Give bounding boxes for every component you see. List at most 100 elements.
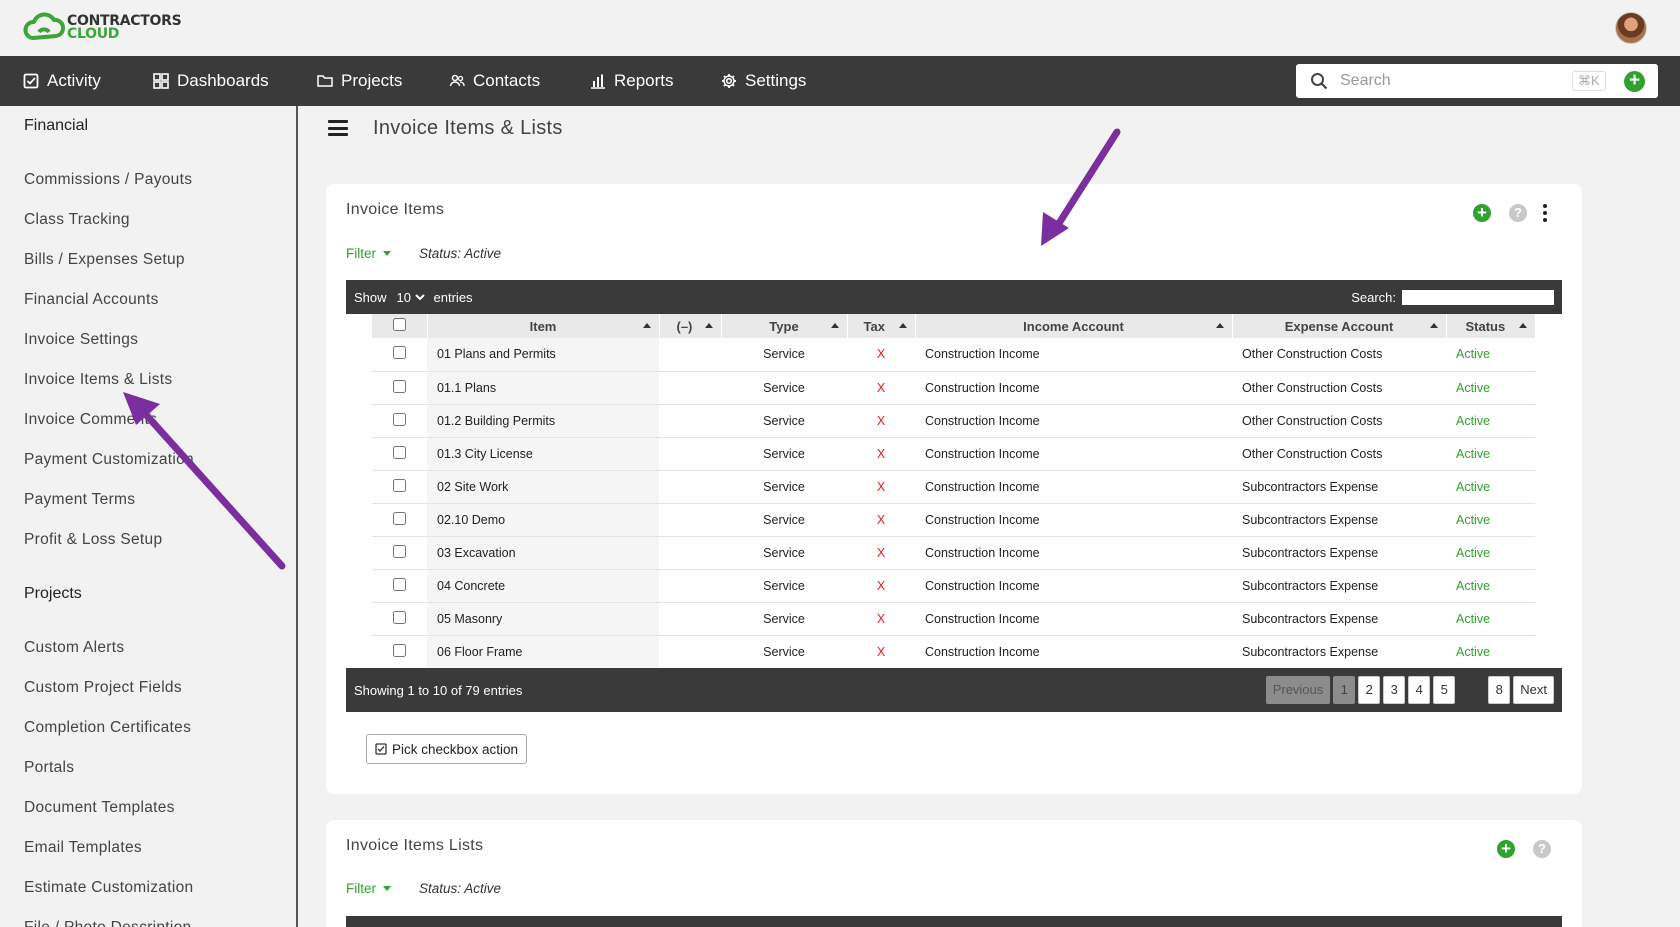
sidebar-item-payment-terms[interactable]: Payment Terms (24, 491, 135, 509)
cell-item[interactable]: 01.1 Plans (427, 371, 659, 405)
select-all-checkbox[interactable] (392, 318, 406, 331)
col-tax[interactable]: Tax (847, 314, 916, 338)
help-icon[interactable]: ? (1509, 204, 1527, 222)
nav-activity[interactable]: Activity (23, 56, 101, 106)
filter-status-lists: Status: Active (419, 881, 502, 896)
invoice-items-table: Item (–) Type Tax Income Account Expense… (372, 314, 1536, 669)
cell-expense-account: Subcontractors Expense (1232, 536, 1446, 570)
sidebar-item-invoice-settings[interactable]: Invoice Settings (24, 331, 138, 349)
table-row[interactable]: 04 Concrete Service X Construction Income Su… (372, 569, 1535, 603)
folder-icon (317, 75, 333, 87)
row-checkbox[interactable] (393, 511, 406, 525)
sidebar-item-payment-customization[interactable]: Payment Customization (24, 451, 194, 469)
sidebar-item-commissions[interactable]: Commissions / Payouts (24, 171, 192, 189)
nav-settings[interactable]: Settings (721, 56, 806, 106)
table-row[interactable]: 01.1 Plans Service X Construction Income Oth… (372, 371, 1535, 405)
filter-dropdown-lists[interactable]: Filter (346, 881, 391, 896)
row-checkbox[interactable] (393, 478, 406, 492)
cell-minus (659, 371, 721, 405)
sidebar-item-document-templates[interactable]: Document Templates (24, 799, 175, 817)
col-item[interactable]: Item (427, 314, 660, 338)
table-search: Search: (1351, 289, 1554, 305)
sidebar-item-bills-expenses[interactable]: Bills / Expenses Setup (24, 251, 185, 269)
sidebar-item-class-tracking[interactable]: Class Tracking (24, 211, 130, 229)
table-row[interactable]: 02 Site Work Service X Construction Income S… (372, 470, 1535, 504)
col-expense-account[interactable]: Expense Account (1232, 314, 1447, 338)
sidebar-item-file-photo-description[interactable]: File / Photo Description (24, 919, 191, 927)
search-input[interactable] (1340, 72, 1560, 90)
table-row[interactable]: 03 Excavation Service X Construction Income… (372, 536, 1535, 570)
pager-page-8[interactable]: 8 (1488, 676, 1511, 704)
sidebar-item-profit-loss[interactable]: Profit & Loss Setup (24, 531, 162, 549)
row-checkbox[interactable] (393, 610, 406, 624)
sidebar-item-invoice-items[interactable]: Invoice Items & Lists (24, 371, 172, 389)
cell-item[interactable]: 04 Concrete (427, 569, 659, 603)
gear-icon (722, 74, 736, 88)
help-icon[interactable]: ? (1533, 840, 1551, 858)
table-row[interactable]: 01 Plans and Permits Service X Construction… (372, 338, 1535, 372)
menu-toggle-icon[interactable] (328, 120, 348, 136)
sidebar-item-financial-accounts[interactable]: Financial Accounts (24, 291, 159, 309)
sidebar-item-custom-project-fields[interactable]: Custom Project Fields (24, 679, 182, 697)
cell-item[interactable]: 01.3 City License (427, 437, 659, 471)
page-length-select[interactable]: 10 (392, 288, 428, 306)
col-type[interactable]: Type (721, 314, 848, 338)
row-checkbox[interactable] (393, 412, 406, 426)
pager-previous[interactable]: Previous (1265, 676, 1331, 704)
col-income-account[interactable]: Income Account (915, 314, 1233, 338)
more-options-icon[interactable] (1543, 204, 1547, 222)
row-checkbox[interactable] (393, 544, 406, 558)
cell-item[interactable]: 01.2 Building Permits (427, 404, 659, 438)
page-title: Invoice Items & Lists (373, 116, 563, 139)
row-checkbox[interactable] (393, 577, 406, 591)
add-list-icon[interactable]: + (1497, 840, 1515, 858)
row-checkbox[interactable] (393, 445, 406, 459)
row-checkbox[interactable] (393, 346, 406, 360)
sidebar-item-invoice-comments[interactable]: Invoice Comments (24, 411, 157, 429)
table-search-input[interactable] (1402, 289, 1554, 305)
nav-reports[interactable]: Reports (590, 56, 674, 106)
col-status[interactable]: Status (1446, 314, 1536, 338)
col-item-label: Item (529, 318, 557, 334)
cell-item[interactable]: 01 Plans and Permits (427, 338, 659, 372)
quick-add-button[interactable]: + (1624, 71, 1645, 92)
nav-projects[interactable]: Projects (317, 56, 402, 106)
table-row[interactable]: 01.3 City License Service X Construction In… (372, 437, 1535, 471)
nav-dashboards[interactable]: Dashboards (153, 56, 269, 106)
pager-page-1[interactable]: 1 (1333, 676, 1356, 704)
user-avatar[interactable] (1615, 12, 1647, 44)
pager-page-2[interactable]: 2 (1358, 676, 1381, 704)
sidebar-item-estimate-customization[interactable]: Estimate Customization (24, 879, 193, 897)
table-row[interactable]: 05 Masonry Service X Construction Income Sub… (372, 602, 1535, 636)
pager-page-4[interactable]: 4 (1408, 676, 1431, 704)
cell-minus (659, 569, 721, 603)
pick-checkbox-action-label: Pick checkbox action (392, 741, 519, 757)
table-row[interactable]: 06 Floor Frame Service X Construction Incom… (372, 635, 1535, 669)
table-row[interactable]: 02.10 Demo Service X Construction Income Sub… (372, 503, 1535, 537)
show-label: Show (354, 289, 387, 305)
cell-item[interactable]: 02.10 Demo (427, 503, 659, 537)
pager-page-3[interactable]: 3 (1383, 676, 1406, 704)
sidebar-item-custom-alerts[interactable]: Custom Alerts (24, 639, 124, 657)
filter-dropdown[interactable]: Filter (346, 246, 391, 261)
cell-item[interactable]: 05 Masonry (427, 602, 659, 636)
pager-page-5[interactable]: 5 (1433, 676, 1456, 704)
cell-item[interactable]: 03 Excavation (427, 536, 659, 570)
add-item-icon[interactable]: + (1473, 204, 1491, 222)
table-info: Showing 1 to 10 of 79 entries (354, 682, 523, 698)
pick-checkbox-action-button[interactable]: Pick checkbox action (366, 734, 528, 764)
cell-income-account: Construction Income (915, 404, 1232, 438)
sidebar-item-email-templates[interactable]: Email Templates (24, 839, 142, 857)
row-checkbox[interactable] (393, 379, 406, 393)
pager-next[interactable]: Next (1513, 676, 1554, 704)
cell-item[interactable]: 02 Site Work (427, 470, 659, 504)
brand-logo[interactable]: CONTRACTORS CLOUD (23, 12, 182, 44)
cell-item[interactable]: 06 Floor Frame (427, 635, 659, 669)
table-row[interactable]: 01.2 Building Permits Service X Constructio… (372, 404, 1535, 438)
filter-status: Status: Active (419, 246, 502, 261)
sidebar-item-completion-certificates[interactable]: Completion Certificates (24, 719, 191, 737)
sidebar-item-portals[interactable]: Portals (24, 759, 74, 777)
row-checkbox[interactable] (393, 643, 406, 657)
col-minus[interactable]: (–) (659, 314, 722, 338)
nav-contacts[interactable]: Contacts (449, 56, 540, 106)
